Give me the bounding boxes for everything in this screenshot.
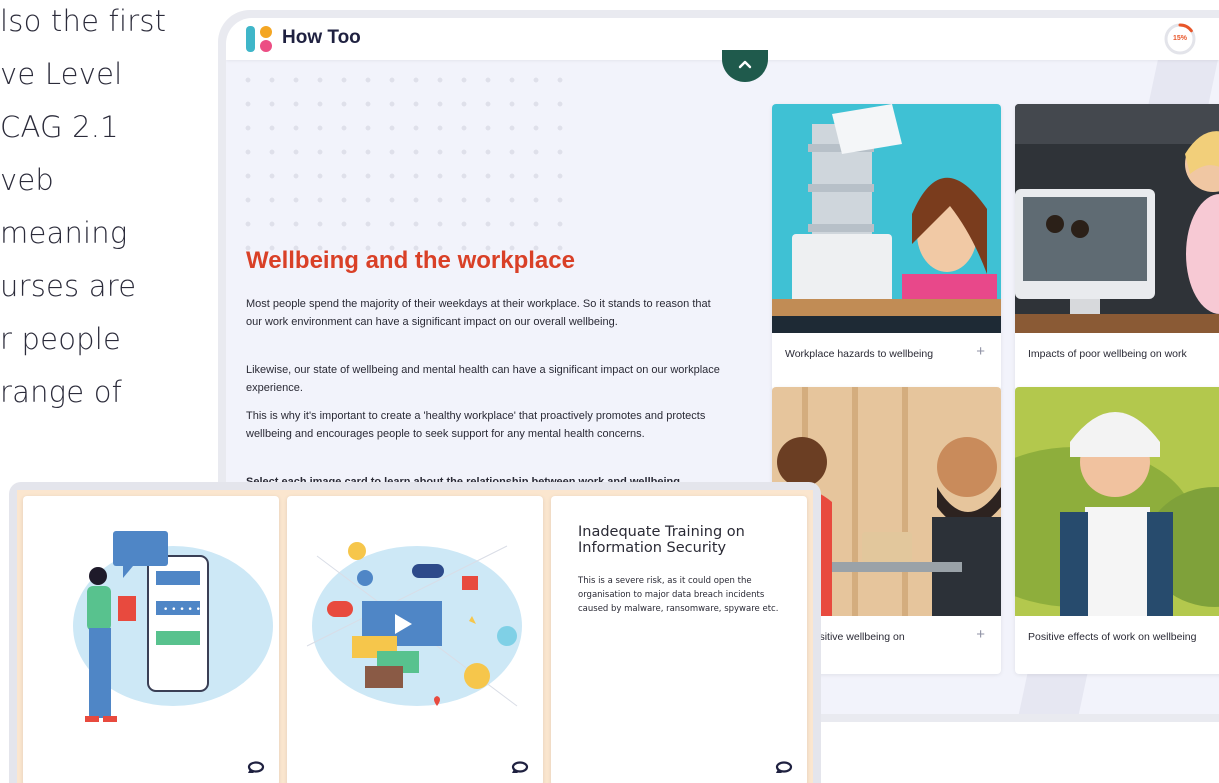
communication-illustration (306, 542, 522, 707)
flip-card-body: This is a severe risk, as it could open … (578, 576, 779, 614)
progress-label: 15% (1172, 35, 1187, 42)
marketing-text-line: urses are (0, 269, 137, 303)
security-illustration: • • • • • (73, 531, 273, 722)
plus-icon[interactable]: + (976, 626, 985, 643)
plus-icon[interactable]: + (976, 343, 985, 360)
chevron-up-icon (722, 56, 768, 74)
dot-pattern (236, 68, 576, 268)
page-title: Wellbeing and the workplace (246, 247, 575, 274)
scroll-up-button[interactable] (722, 50, 768, 82)
marketing-text-line: r people (0, 322, 122, 356)
card-caption: Impacts of poor wellbeing on work (1028, 348, 1187, 360)
body-paragraph: Most people spend the majority of their … (246, 298, 711, 328)
flip-icon[interactable] (247, 760, 265, 774)
image-card-workplace-hazards[interactable]: Workplace hazards to wellbeing + (772, 104, 1001, 391)
body-paragraph: This is why it's important to create a '… (246, 410, 706, 440)
card-caption: Positive effects of work on wellbeing (1028, 631, 1197, 643)
progress-indicator: 15% (1163, 22, 1197, 56)
card-illustration (772, 104, 1001, 333)
marketing-text-line: ve Level (0, 57, 123, 91)
marketing-text-line: lso the first (0, 4, 167, 38)
svg-text:• • • • •: • • • • • (163, 605, 201, 615)
marketing-text-line: range of (0, 375, 123, 409)
flip-card-communication-illustration[interactable] (287, 496, 543, 783)
flip-icon[interactable] (511, 760, 529, 774)
marketing-text-line: CAG 2.1 (0, 110, 119, 144)
card-illustration (1015, 387, 1219, 616)
flip-icon[interactable] (775, 760, 793, 774)
card-illustration (1015, 104, 1219, 333)
body-paragraph: Likewise, our state of wellbeing and men… (246, 364, 720, 394)
marketing-text-line: meaning (0, 216, 128, 250)
marketing-text-line: veb (0, 163, 55, 197)
flip-card-title: Inadequate Training on Information Secur… (578, 524, 745, 556)
flip-card-security-illustration[interactable]: • • • • • (23, 496, 279, 783)
howtoo-logo-icon (246, 26, 272, 52)
image-card-positive-effects-work[interactable]: Positive effects of work on wellbeing + (1015, 387, 1219, 674)
image-card-impacts-poor-wellbeing[interactable]: Impacts of poor wellbeing on work + (1015, 104, 1219, 391)
flip-card-inadequate-training[interactable]: Inadequate Training on Information Secur… (551, 496, 807, 783)
logo-text: How Too (282, 27, 361, 48)
card-caption: Workplace hazards to wellbeing (785, 348, 934, 360)
